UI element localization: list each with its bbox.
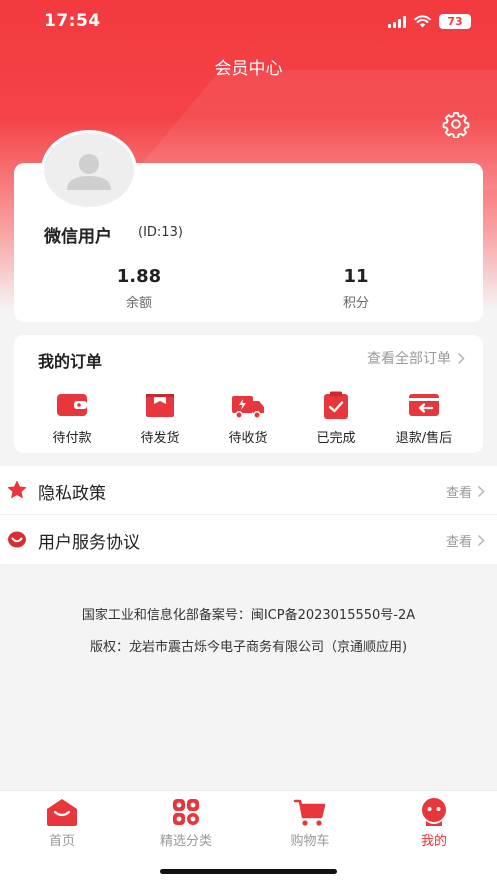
profile-icon [422, 798, 446, 826]
user-avatar-icon [67, 154, 111, 190]
order-completed-label: 已完成 [316, 431, 356, 446]
user-name: 微信用户 [44, 227, 112, 247]
balance-value: 1.88 [116, 266, 162, 287]
tab-cart[interactable]: 购物车 [260, 797, 360, 849]
smile-badge-icon [8, 531, 26, 548]
menu-item-user-agreement-action[interactable]: 查看 [446, 531, 485, 550]
balance-stat[interactable]: 1.88 余额 [79, 266, 199, 311]
menu-item-privacy-policy[interactable]: 隐私政策 查看 [0, 466, 497, 515]
tab-categories[interactable]: 精选分类 [136, 797, 236, 849]
view-label: 查看 [445, 535, 472, 550]
status-time: 17:54 [44, 11, 101, 31]
menu-item-user-agreement-label: 用户服务协议 [38, 533, 140, 553]
orders-card: 我的订单 查看全部订单 待付款 待发货 待收货 已完成 退款/售后 [14, 335, 483, 453]
menu-list: 隐私政策 查看 用户服务协议 查看 [0, 466, 497, 564]
cart-icon [293, 799, 326, 826]
tab-home-label: 首页 [48, 834, 75, 849]
footer-info: 国家工业和信息化部备案号：闽ICP备2023015550号-2A 版权：龙岩市震… [0, 600, 497, 664]
home-icon [47, 799, 77, 826]
category-icon [173, 799, 199, 825]
menu-item-user-agreement[interactable]: 用户服务协议 查看 [0, 515, 497, 564]
tab-profile-label: 我的 [420, 834, 447, 849]
avatar[interactable] [41, 130, 137, 210]
order-pending-payment-label: 待付款 [52, 431, 92, 446]
wallet-icon [57, 394, 87, 416]
order-refund-label: 退款/售后 [395, 431, 453, 446]
tab-categories-label: 精选分类 [159, 834, 212, 849]
points-stat[interactable]: 11 积分 [296, 266, 416, 311]
points-value: 11 [343, 266, 369, 287]
wifi-icon [414, 15, 431, 28]
tab-cart-label: 购物车 [290, 834, 330, 849]
balance-label: 余额 [125, 296, 152, 311]
order-refund[interactable]: 退款/售后 [384, 390, 464, 446]
home-indicator [160, 869, 337, 874]
chevron-right-icon [457, 352, 465, 364]
order-pending-shipment-label: 待发货 [140, 431, 180, 446]
order-completed[interactable]: 已完成 [296, 390, 376, 446]
refund-card-icon [409, 394, 439, 416]
signal-icon [388, 15, 406, 28]
status-bar: 17:54 73 [0, 0, 497, 44]
order-pending-shipment[interactable]: 待发货 [120, 390, 200, 446]
truck-icon [232, 396, 264, 419]
view-all-orders-label: 查看全部订单 [367, 351, 451, 367]
gear-icon[interactable] [442, 110, 470, 138]
view-all-orders-link[interactable]: 查看全部订单 [367, 348, 465, 368]
tab-profile[interactable]: 我的 [384, 797, 484, 849]
order-pending-receipt-label: 待收货 [228, 431, 268, 446]
tab-home[interactable]: 首页 [12, 797, 112, 849]
orders-title: 我的订单 [38, 352, 103, 371]
view-label: 查看 [445, 486, 472, 501]
clipboard-check-icon [324, 391, 348, 419]
chevron-right-icon [477, 485, 485, 498]
user-id: (ID:13) [138, 225, 183, 240]
order-pending-receipt[interactable]: 待收货 [208, 390, 288, 446]
icp-record: 国家工业和信息化部备案号：闽ICP备2023015550号-2A [81, 608, 416, 623]
points-label: 积分 [342, 296, 369, 311]
chevron-right-icon [477, 534, 485, 547]
menu-item-privacy-policy-label: 隐私政策 [38, 484, 106, 504]
package-icon [146, 394, 174, 417]
page-title: 会员中心 [214, 59, 283, 79]
copyright-text: 版权：龙岩市震古烁今电子商务有限公司（京通顺应用) [89, 640, 408, 655]
status-icons: 73 [388, 14, 471, 29]
order-pending-payment[interactable]: 待付款 [32, 390, 112, 446]
menu-item-privacy-policy-action[interactable]: 查看 [446, 482, 485, 501]
star-icon [7, 481, 27, 499]
battery-indicator: 73 [439, 14, 471, 29]
